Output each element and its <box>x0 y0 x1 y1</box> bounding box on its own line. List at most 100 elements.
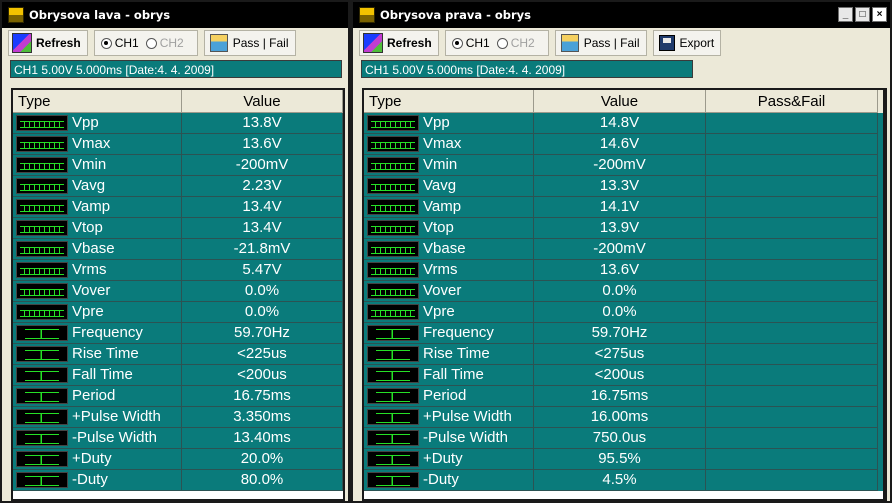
table-row[interactable]: Period 16.75ms <box>13 386 343 407</box>
table-row[interactable]: +Duty 95.5% <box>364 449 885 470</box>
type-label: Vavg <box>423 177 457 194</box>
pass-fail-cell <box>706 239 878 260</box>
table-row[interactable]: +Pulse Width 3.350ms <box>13 407 343 428</box>
minimize-button[interactable]: _ <box>838 7 853 22</box>
table-row[interactable]: Vover 0.0% <box>364 281 885 302</box>
table-row[interactable]: Vpre 0.0% <box>364 302 885 323</box>
ch2-label: CH2 <box>510 36 535 50</box>
title-bar[interactable]: Obrysova prava - obrys _ □ × <box>353 2 890 28</box>
table-row[interactable]: Vmax 13.6V <box>13 134 343 155</box>
table-row[interactable]: Rise Time <225us <box>13 344 343 365</box>
close-button[interactable]: × <box>872 7 887 22</box>
table-row[interactable]: Vrms 13.6V <box>364 260 885 281</box>
table-row[interactable]: Fall Time <200us <box>13 365 343 386</box>
pass-fail-cell <box>706 344 878 365</box>
pass-fail-cell <box>706 155 878 176</box>
type-label: Period <box>72 387 116 404</box>
type-label: +Duty <box>423 450 463 467</box>
type-label: -Pulse Width <box>423 429 509 446</box>
pass-fail-cell <box>706 365 878 386</box>
value-cell: 20.0% <box>181 449 343 470</box>
ch2-radio[interactable]: CH2 <box>145 36 184 50</box>
type-label: Vrms <box>72 261 107 278</box>
ch2-radio[interactable]: CH2 <box>496 36 535 50</box>
type-label: Frequency <box>72 324 143 341</box>
ch1-radio[interactable]: CH1 <box>100 36 139 50</box>
value-cell: 14.8V <box>534 113 706 134</box>
table-row[interactable]: Vover 0.0% <box>13 281 343 302</box>
pass-fail-button[interactable]: Pass | Fail <box>554 30 647 56</box>
table-row[interactable]: -Pulse Width 13.40ms <box>13 428 343 449</box>
type-label: Vpre <box>72 303 104 320</box>
table-row[interactable]: Rise Time <275us <box>364 344 885 365</box>
type-cell: -Pulse Width <box>13 428 182 449</box>
type-cell: -Duty <box>13 470 182 491</box>
table-row[interactable]: Frequency 59.70Hz <box>13 323 343 344</box>
table-row[interactable]: Vtop 13.4V <box>13 218 343 239</box>
value-cell: 13.9V <box>534 218 706 239</box>
type-label: Vbase <box>423 240 466 257</box>
pass-fail-button[interactable]: Pass | Fail <box>203 30 296 56</box>
type-cell: Vmax <box>13 134 182 155</box>
table-row[interactable]: Vmin -200mV <box>364 155 885 176</box>
value-cell: 16.00ms <box>534 407 706 428</box>
export-button[interactable]: Export <box>652 30 722 56</box>
table-row[interactable]: Vpp 13.8V <box>13 113 343 134</box>
value-cell: <275us <box>534 344 706 365</box>
column-header-type[interactable]: Type <box>13 90 182 113</box>
type-label: Vpp <box>72 114 99 131</box>
type-cell: +Pulse Width <box>13 407 182 428</box>
type-label: Vtop <box>423 219 454 236</box>
type-label: Period <box>423 387 467 404</box>
refresh-button[interactable]: Refresh <box>359 30 439 56</box>
table-row[interactable]: Vmax 14.6V <box>364 134 885 155</box>
maximize-button[interactable]: □ <box>855 7 870 22</box>
table-row[interactable]: -Pulse Width 750.0us <box>364 428 885 449</box>
waveform-icon <box>367 157 419 173</box>
type-label: Vmin <box>72 156 107 173</box>
vertical-scrollbar[interactable] <box>883 90 885 499</box>
value-cell: 13.40ms <box>181 428 343 449</box>
table-row[interactable]: Vpp 14.8V <box>364 113 885 134</box>
table-row[interactable]: Vbase -200mV <box>364 239 885 260</box>
table-row[interactable]: Vrms 5.47V <box>13 260 343 281</box>
column-header-pass-fail[interactable]: Pass&Fail <box>706 90 878 113</box>
ch1-radio[interactable]: CH1 <box>451 36 490 50</box>
refresh-button[interactable]: Refresh <box>8 30 88 56</box>
value-cell: 13.6V <box>534 260 706 281</box>
table-row[interactable]: Vmin -200mV <box>13 155 343 176</box>
table-row[interactable]: -Duty 4.5% <box>364 470 885 491</box>
table-row[interactable]: +Duty 20.0% <box>13 449 343 470</box>
column-header-value[interactable]: Value <box>181 90 343 113</box>
title-bar[interactable]: Obrysova lava - obrys <box>2 2 348 28</box>
pass-fail-icon <box>209 34 228 52</box>
type-label: Vbase <box>72 240 115 257</box>
waveform-icon <box>16 115 68 131</box>
column-header-value[interactable]: Value <box>534 90 706 113</box>
table-row[interactable]: Vtop 13.9V <box>364 218 885 239</box>
table-row[interactable]: Period 16.75ms <box>364 386 885 407</box>
type-cell: Vrms <box>13 260 182 281</box>
type-cell: Period <box>364 386 534 407</box>
table-row[interactable]: Vbase -21.8mV <box>13 239 343 260</box>
table-row[interactable]: Vamp 14.1V <box>364 197 885 218</box>
table-row[interactable]: Vavg 13.3V <box>364 176 885 197</box>
measurement-table: Type Value Vpp 13.8V Vmax 13.6V Vmin -200mV Va… <box>11 88 345 501</box>
waveform-icon <box>367 388 419 404</box>
column-header-type[interactable]: Type <box>364 90 534 113</box>
value-cell: 2.23V <box>181 176 343 197</box>
value-cell: 3.350ms <box>181 407 343 428</box>
table-row[interactable]: Fall Time <200us <box>364 365 885 386</box>
waveform-icon <box>16 367 68 383</box>
type-cell: -Duty <box>364 470 534 491</box>
table-row[interactable]: Frequency 59.70Hz <box>364 323 885 344</box>
type-label: Vpre <box>423 303 455 320</box>
table-row[interactable]: -Duty 80.0% <box>13 470 343 491</box>
table-row[interactable]: Vavg 2.23V <box>13 176 343 197</box>
table-row[interactable]: +Pulse Width 16.00ms <box>364 407 885 428</box>
type-label: Fall Time <box>423 366 484 383</box>
table-row[interactable]: Vpre 0.0% <box>13 302 343 323</box>
table-row[interactable]: Vamp 13.4V <box>13 197 343 218</box>
waveform-icon <box>367 178 419 194</box>
toolbar: Refresh CH1 CH2 Pass | Fail <box>2 28 348 58</box>
